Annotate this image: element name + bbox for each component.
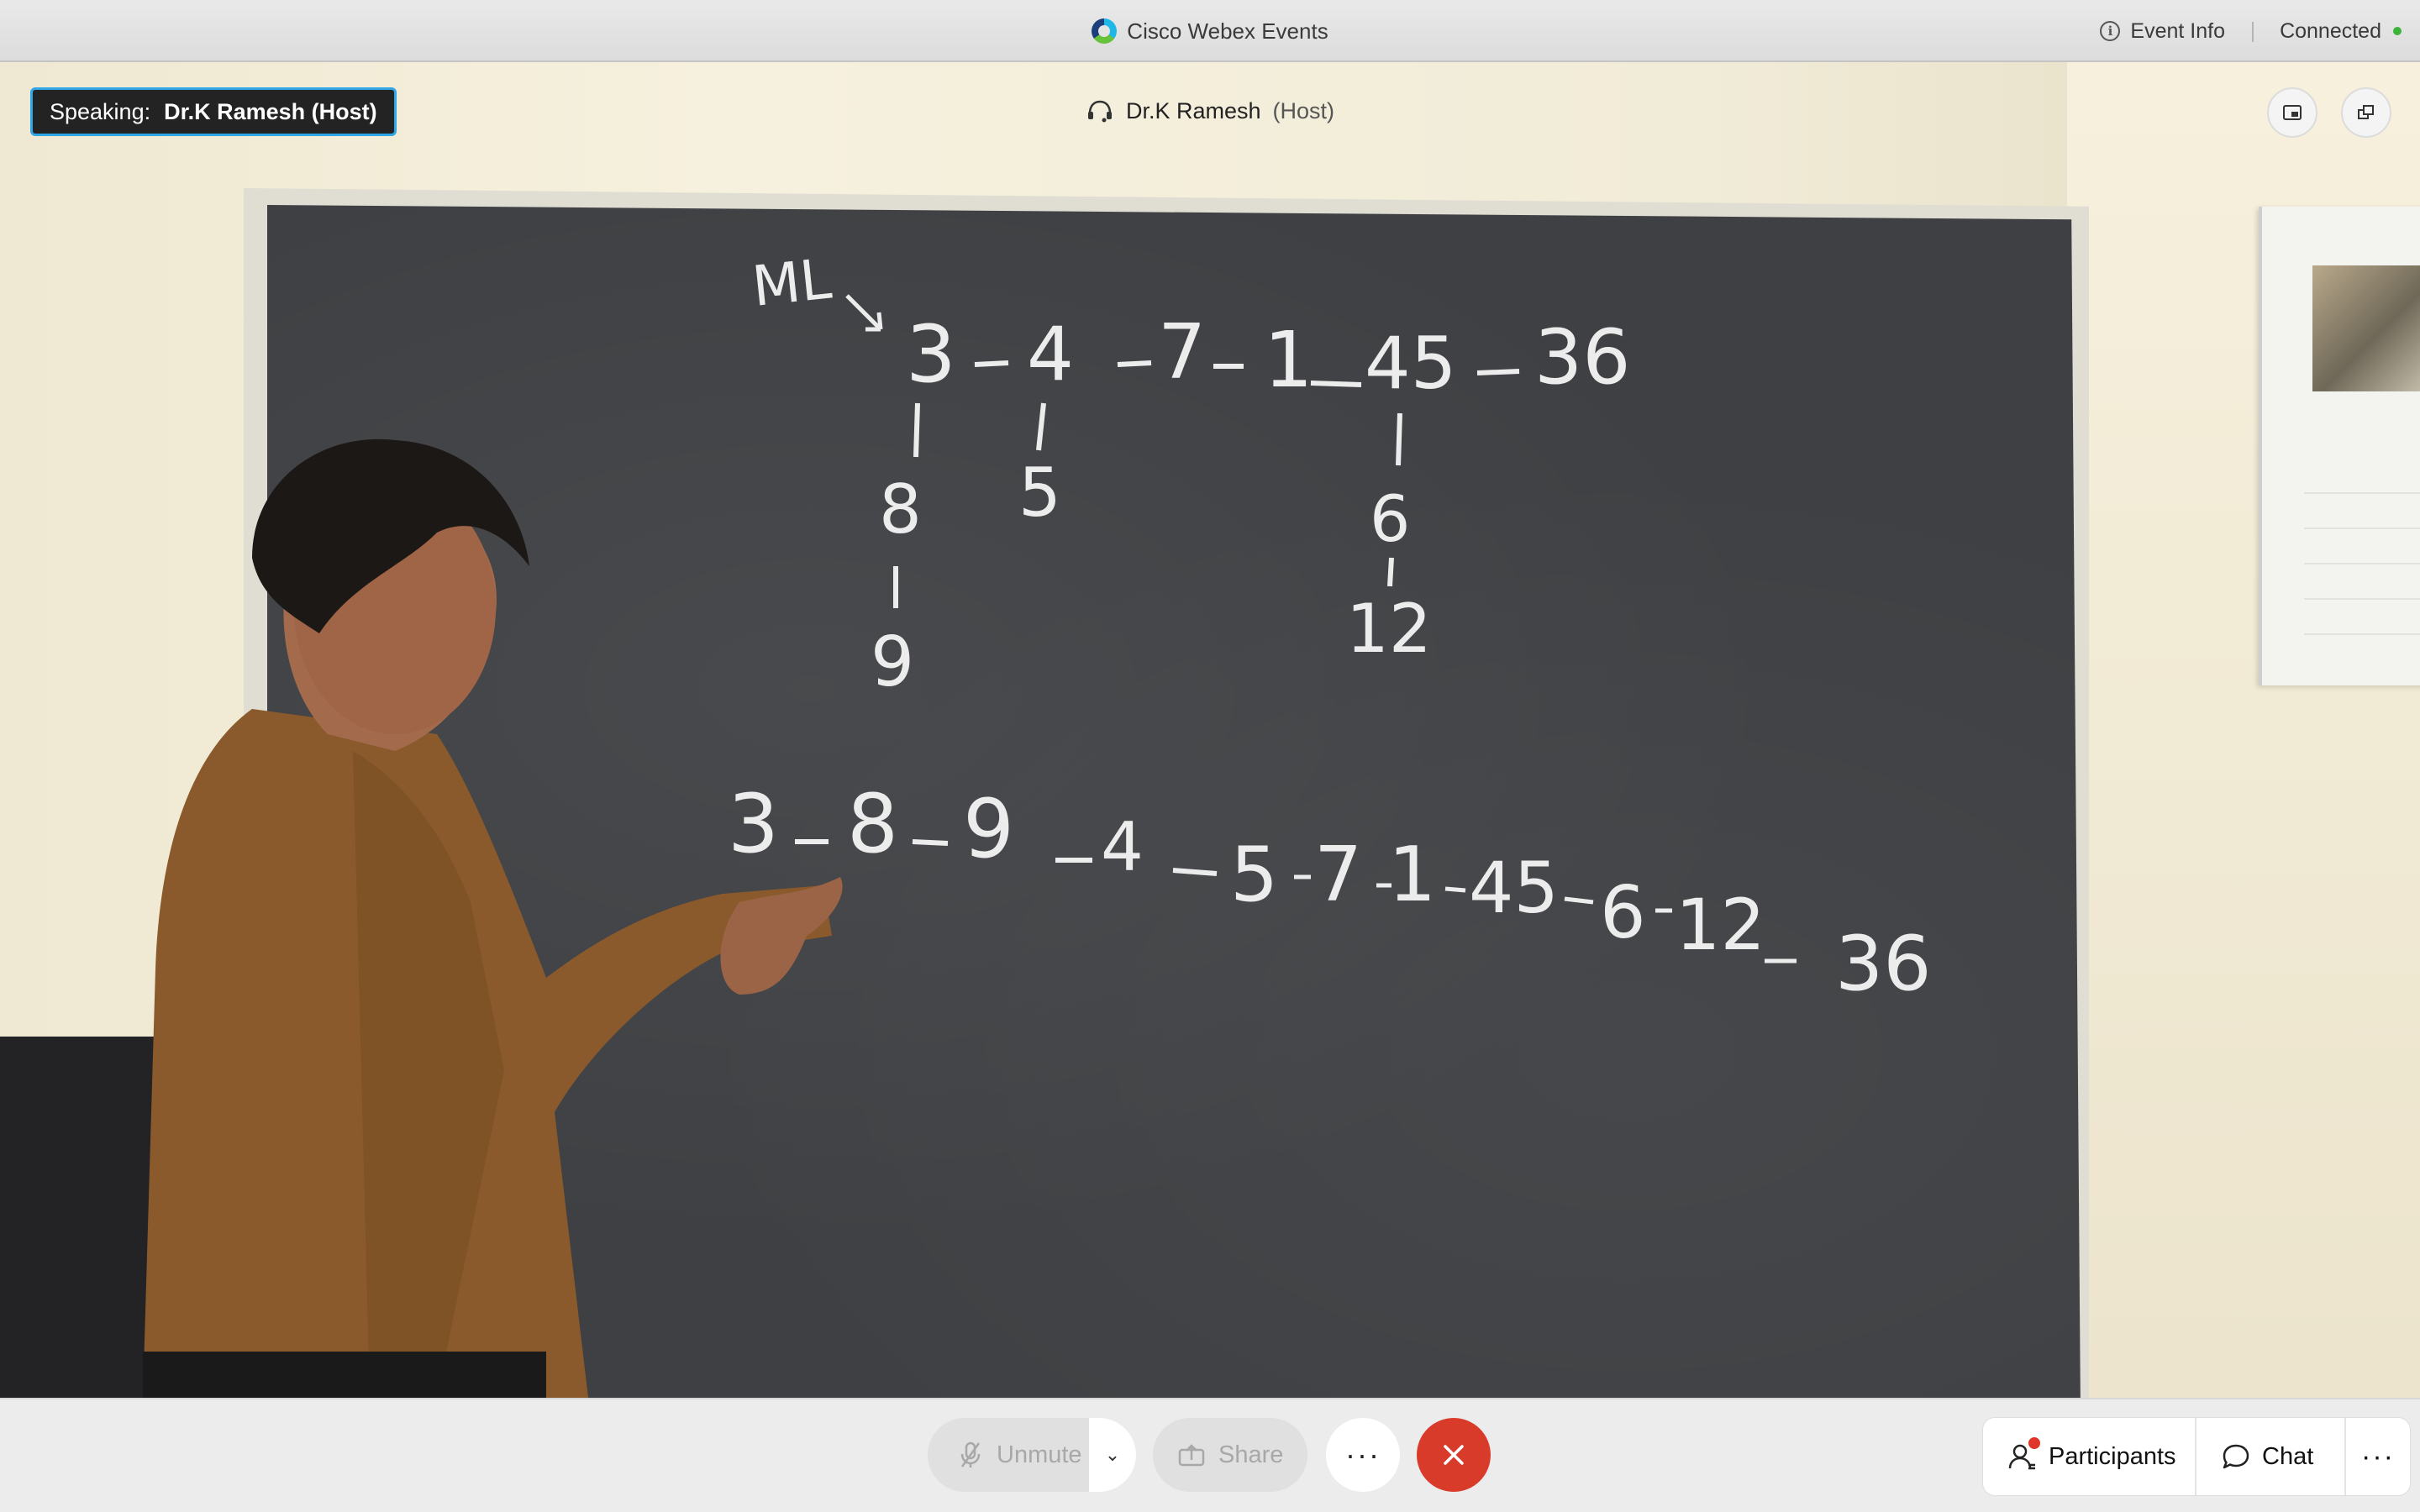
- presenter-name: Dr.K Ramesh: [1125, 97, 1261, 123]
- headset-icon: [1087, 100, 1112, 123]
- top-node-6: 36: [1534, 313, 1631, 402]
- result-node-4: 4: [1101, 808, 1144, 886]
- chat-label: Chat: [2262, 1442, 2314, 1470]
- chalk-dash: [1310, 381, 1362, 387]
- more-panels-button[interactable]: ···: [2346, 1418, 2410, 1495]
- result-node-2: 8: [847, 777, 898, 871]
- branch-3-node-2: 9: [871, 622, 914, 702]
- panel-toggle-group: Participants Chat ···: [1983, 1418, 2410, 1495]
- participants-icon: [2008, 1436, 2042, 1471]
- share-button[interactable]: Share: [1153, 1418, 1307, 1492]
- video-stage: ML 3 4 7 1 45 36 8 9 5 6 12 3 8 9 4 5 7 …: [0, 62, 2420, 1398]
- top-node-5: 45: [1365, 322, 1456, 406]
- connection-status: Connected: [2280, 0, 2402, 62]
- chalk-dash: [1476, 369, 1520, 375]
- chalk-line: [1387, 557, 1394, 587]
- chalk-dash: [1172, 868, 1218, 876]
- event-info-label: Event Info: [2130, 18, 2225, 43]
- result-node-3: 9: [963, 782, 1014, 876]
- result-node-9: 6: [1600, 871, 1646, 955]
- title-divider: [2252, 22, 2254, 42]
- participants-button[interactable]: Participants: [1983, 1418, 2196, 1495]
- notification-dot: [2027, 1436, 2042, 1451]
- chalk-arrow: [845, 294, 883, 332]
- picture-in-picture-button[interactable]: [2267, 87, 2317, 138]
- popout-window-button[interactable]: [2341, 87, 2391, 138]
- more-panels-icon: ···: [2361, 1440, 2395, 1473]
- connection-status-label: Connected: [2280, 18, 2381, 43]
- audio-options-dropdown[interactable]: ⌄: [1089, 1418, 1136, 1492]
- presenter-label: Dr.K Ramesh (Host): [0, 91, 2420, 131]
- event-info-button[interactable]: i Event Info: [2100, 0, 2225, 62]
- presenter-role: (Host): [1272, 97, 1335, 123]
- close-icon: [1444, 1445, 1464, 1465]
- status-dot-icon: [2393, 27, 2402, 35]
- more-options-button[interactable]: ···: [1326, 1418, 1400, 1492]
- result-node-7: 1: [1388, 831, 1436, 919]
- participants-label: Participants: [2049, 1442, 2176, 1470]
- chalk-dash: [912, 839, 949, 846]
- info-icon: i: [2100, 21, 2121, 41]
- top-node-3: 7: [1158, 308, 1206, 396]
- chalk-dash: [974, 360, 1009, 367]
- branch-3-node-1: 8: [879, 470, 922, 549]
- share-icon: [1178, 1444, 1205, 1467]
- chat-icon: [2223, 1444, 2249, 1469]
- unmute-label: Unmute: [997, 1441, 1082, 1468]
- chalk-line: [1396, 412, 1402, 466]
- branch-4-node-1: 5: [1018, 454, 1061, 532]
- app-title: Cisco Webex Events: [1127, 18, 1328, 44]
- webex-logo-icon: [1092, 18, 1118, 44]
- top-node-4: 1: [1264, 315, 1313, 405]
- share-label: Share: [1218, 1441, 1284, 1468]
- microphone-muted-icon: [960, 1441, 981, 1467]
- result-node-1: 3: [728, 777, 779, 871]
- chevron-down-icon: ⌄: [1104, 1444, 1121, 1465]
- popout-window-icon: [2358, 105, 2375, 120]
- result-node-8: 45: [1469, 847, 1559, 929]
- chat-button[interactable]: Chat: [2196, 1418, 2346, 1495]
- chalk-writing: ML 3 4 7 1 45 36 8 9 5 6 12 3 8 9 4 5 7 …: [0, 62, 2420, 1398]
- result-node-10: 12: [1676, 884, 1765, 966]
- board-label: ML: [750, 247, 834, 319]
- result-node-11: 36: [1835, 920, 1932, 1008]
- picture-in-picture-icon: [2283, 105, 2302, 120]
- result-node-6: 7: [1314, 831, 1362, 919]
- chalk-line: [1036, 402, 1046, 451]
- branch-45-node-1: 6: [1370, 481, 1410, 556]
- top-node-1: 3: [906, 309, 956, 401]
- result-node-5: 5: [1230, 831, 1278, 919]
- leave-event-button[interactable]: [1417, 1418, 1491, 1492]
- branch-45-node-2: 12: [1346, 590, 1432, 668]
- more-options-icon: ···: [1345, 1437, 1381, 1472]
- app-title-group: Cisco Webex Events: [0, 0, 2420, 62]
- top-node-2: 4: [1027, 311, 1074, 397]
- chalk-dash: [1117, 360, 1152, 367]
- title-bar: Cisco Webex Events i Event Info Connecte…: [0, 0, 2420, 62]
- chalk-line: [913, 402, 920, 458]
- meeting-controls: Unmute ⌄ Share ··· Participants Chat ···: [0, 1398, 2420, 1512]
